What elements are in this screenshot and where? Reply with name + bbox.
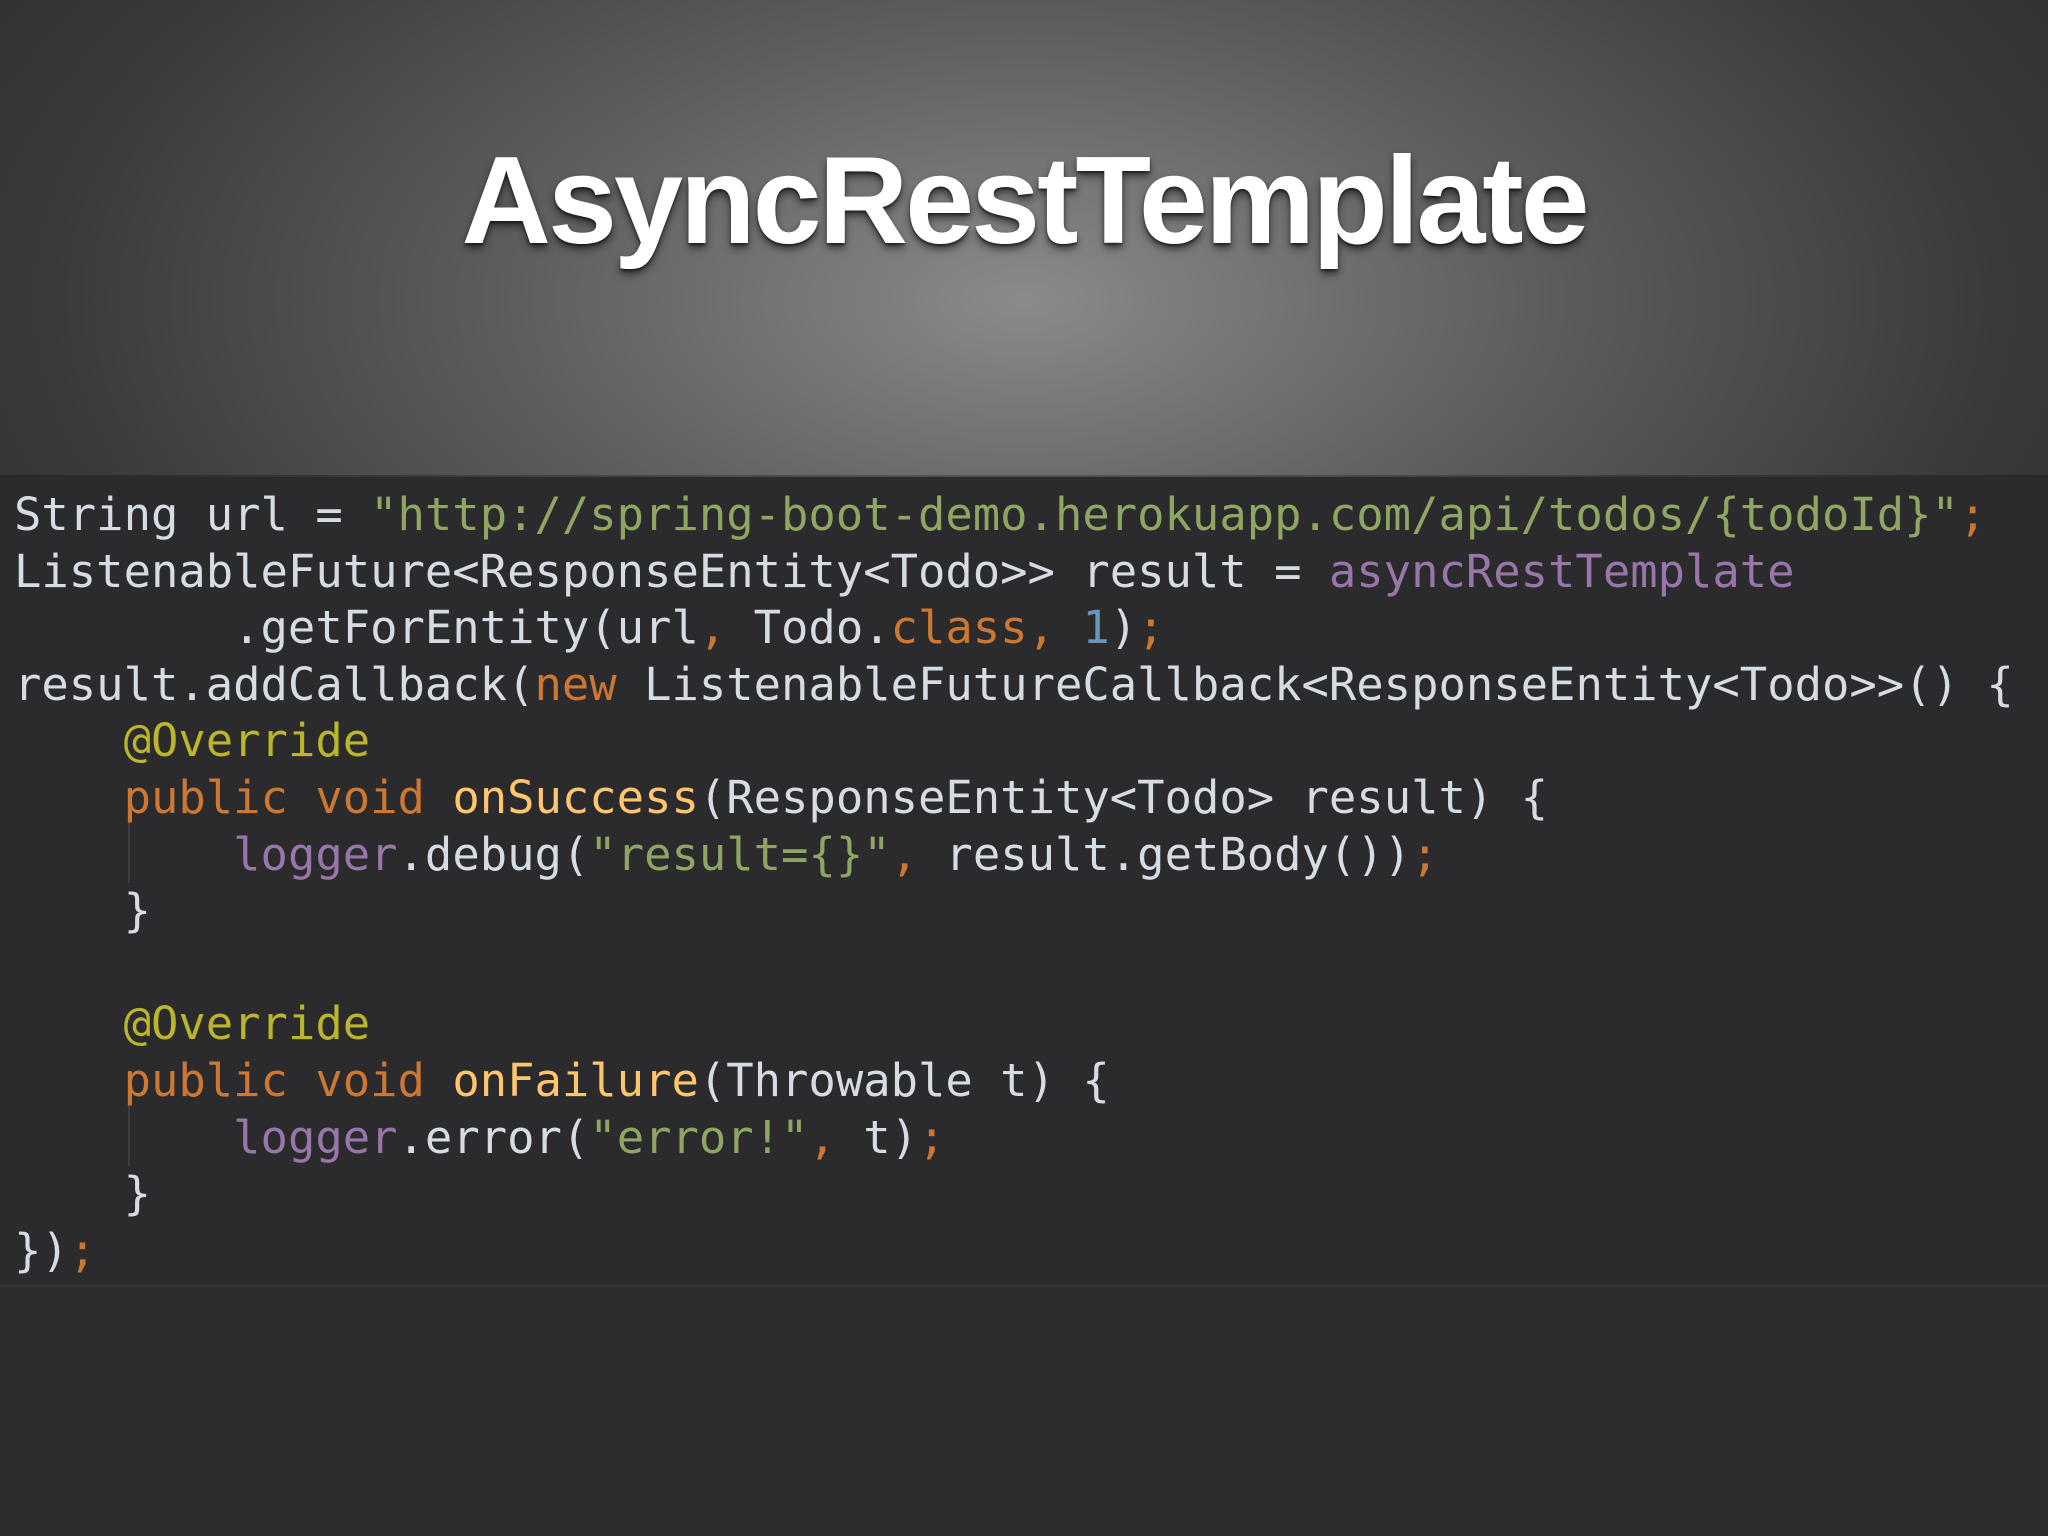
code-line: String url = "http://spring-boot-demo.he… bbox=[14, 487, 2014, 544]
code-line: } bbox=[14, 883, 2014, 940]
code-token: onSuccess bbox=[452, 770, 699, 824]
code-token: .error( bbox=[397, 1110, 590, 1164]
code-line: logger.error("error!", t); bbox=[14, 1110, 2014, 1167]
code-token: onFailure bbox=[452, 1053, 699, 1107]
code-line: public void onSuccess(ResponseEntity<Tod… bbox=[14, 770, 2014, 827]
code-token: 1 bbox=[1082, 601, 1110, 655]
code-line: } bbox=[14, 1166, 2014, 1223]
slide: AsyncRestTemplate String url = "http://s… bbox=[0, 0, 2048, 1536]
code-token: ; bbox=[1411, 827, 1439, 881]
code-token: String url = bbox=[14, 488, 371, 541]
code-token: "result={}" bbox=[589, 827, 891, 881]
code-line: @Override bbox=[14, 996, 2014, 1053]
code-token: .debug( bbox=[397, 827, 590, 881]
code-token: (Throwable t) { bbox=[698, 1053, 1110, 1107]
code-token: } bbox=[14, 1167, 151, 1221]
code-line: @Override bbox=[14, 713, 2014, 770]
slide-title: AsyncRestTemplate bbox=[461, 132, 1589, 270]
code-token: @Override bbox=[123, 997, 371, 1051]
code-token: (ResponseEntity<Todo> result) { bbox=[698, 770, 1549, 824]
code-panel: String url = "http://spring-boot-demo.he… bbox=[0, 477, 2048, 1285]
code-token: .getForEntity(url bbox=[14, 601, 699, 655]
code-token: }) bbox=[14, 1223, 69, 1277]
code-line: logger.debug("result={}", result.getBody… bbox=[14, 827, 2014, 884]
code-line: .getForEntity(url, Todo.class, 1); bbox=[14, 600, 2014, 657]
code-token: public void bbox=[123, 1053, 453, 1107]
code-token: asyncRestTemplate bbox=[1328, 544, 1795, 598]
code-token: , bbox=[808, 1110, 836, 1164]
code-token: new bbox=[534, 657, 617, 711]
code-token: ; bbox=[918, 1110, 946, 1164]
code-line: result.addCallback(new ListenableFutureC… bbox=[14, 657, 2014, 714]
code-token: ListenableFuture<ResponseEntity<Todo>> r… bbox=[14, 544, 1329, 598]
code-token: "error!" bbox=[589, 1110, 809, 1164]
code-line: }); bbox=[14, 1223, 2014, 1280]
code-token: , bbox=[698, 601, 727, 655]
code-token: , bbox=[890, 827, 919, 881]
code-token: ListenableFutureCallback<ResponseEntity<… bbox=[616, 657, 2014, 711]
code-token: , bbox=[1027, 601, 1055, 655]
code-token: logger bbox=[233, 827, 398, 881]
code-token: ; bbox=[1137, 601, 1165, 655]
code-token: logger bbox=[233, 1110, 398, 1164]
code-token: Todo. bbox=[726, 601, 891, 655]
code-token: ) bbox=[1109, 601, 1138, 655]
code-block: String url = "http://spring-boot-demo.he… bbox=[14, 487, 2014, 1279]
code-token: ; bbox=[1958, 488, 1987, 541]
code-token: "http://spring-boot-demo.herokuapp.com/a… bbox=[370, 488, 1959, 541]
code-token: result.getBody()) bbox=[918, 827, 1412, 881]
code-token: @Override bbox=[123, 714, 371, 768]
code-line: public void onFailure(Throwable t) { bbox=[14, 1053, 2014, 1110]
code-token: } bbox=[14, 884, 151, 938]
code-token: t) bbox=[835, 1110, 919, 1164]
code-token: result.addCallback( bbox=[14, 657, 535, 711]
code-token: ; bbox=[68, 1223, 97, 1277]
code-token: public void bbox=[123, 770, 453, 824]
code-content: String url = "http://spring-boot-demo.he… bbox=[14, 487, 2014, 1279]
code-token: class bbox=[890, 601, 1028, 655]
code-line: ListenableFuture<ResponseEntity<Todo>> r… bbox=[14, 544, 2014, 601]
